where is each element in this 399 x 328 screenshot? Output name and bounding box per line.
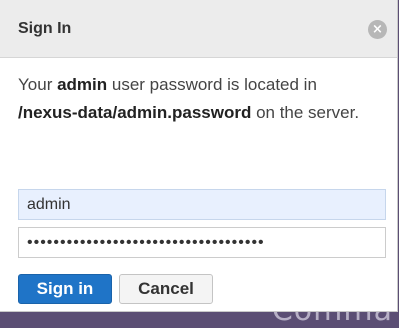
message-password-path: /nexus-data/admin.password: [18, 103, 252, 122]
cancel-button[interactable]: Cancel: [119, 274, 213, 304]
password-input[interactable]: [18, 227, 386, 258]
dialog-title: Sign In: [18, 20, 72, 37]
close-icon[interactable]: ×: [368, 20, 387, 39]
password-location-message: Your admin user password is located in /…: [18, 71, 378, 127]
message-text-3: on the server.: [251, 103, 360, 122]
message-text-1: Your: [18, 75, 58, 94]
sign-in-button[interactable]: Sign in: [18, 274, 112, 304]
message-username: admin: [57, 75, 108, 94]
message-text-2: user password is located in: [107, 75, 317, 94]
dialog-header: Sign In ×: [0, 0, 397, 58]
sign-in-dialog: Sign In × Your admin user password is lo…: [0, 0, 398, 312]
username-input[interactable]: [18, 189, 386, 220]
